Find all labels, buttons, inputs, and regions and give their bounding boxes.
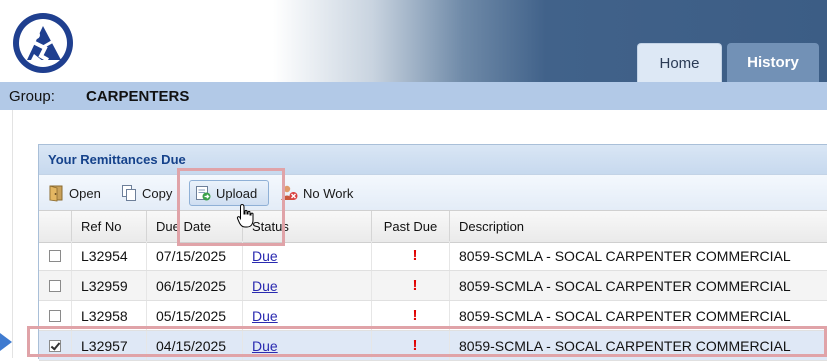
past-due-cell: ! [372, 241, 450, 270]
table-row[interactable]: L32954 07/15/2025 Due ! 8059-SCMLA - SOC… [39, 241, 827, 271]
open-button[interactable]: Open [47, 181, 101, 205]
group-bar: Group: CARPENTERS [0, 82, 827, 110]
selected-row-highlight-box [27, 326, 827, 357]
group-value: CARPENTERS [86, 87, 190, 105]
content-divider [12, 110, 13, 358]
description-cell: 8059-SCMLA - SOCAL CARPENTER COMMERCIAL [459, 277, 791, 294]
tab-home[interactable]: Home [637, 43, 722, 82]
row-select-cell [39, 271, 72, 300]
copy-icon [120, 184, 138, 202]
tab-home-label: Home [659, 54, 700, 72]
tab-history[interactable]: History [727, 43, 819, 82]
due-date-cell: 06/15/2025 [147, 271, 243, 300]
pointer-arrow-icon [0, 333, 12, 351]
description-cell: 8059-SCMLA - SOCAL CARPENTER COMMERCIAL [459, 247, 791, 264]
toolbar: Open Copy Upload No Work [39, 174, 827, 211]
header-banner: Home History [0, 0, 827, 82]
no-work-button[interactable]: No Work [279, 181, 353, 205]
ref-no-cell: L32959 [72, 271, 147, 300]
column-header-ref-no[interactable]: Ref No [72, 211, 147, 242]
status-link[interactable]: Due [252, 308, 278, 324]
group-label: Group: [9, 87, 55, 105]
tab-history-label: History [747, 54, 799, 71]
status-link[interactable]: Due [252, 248, 278, 264]
header-select-column [39, 211, 72, 242]
status-cell: Due [243, 271, 372, 300]
no-work-button-label: No Work [303, 185, 354, 201]
copy-button[interactable]: Copy [120, 181, 172, 205]
worker-logo-icon[interactable] [10, 12, 76, 74]
status-link[interactable]: Due [252, 278, 278, 294]
row-checkbox[interactable] [49, 249, 61, 262]
copy-button-label: Copy [142, 185, 173, 201]
row-checkbox[interactable] [49, 309, 61, 322]
grid-header: Ref No Due Date Status Past Due Descript… [39, 210, 827, 243]
row-checkbox[interactable] [49, 279, 61, 292]
table-row[interactable]: L32959 06/15/2025 Due ! 8059-SCMLA - SOC… [39, 271, 827, 301]
column-header-past-due[interactable]: Past Due [372, 211, 450, 242]
open-button-label: Open [69, 185, 101, 201]
open-door-icon [47, 184, 65, 202]
upload-highlight-box [177, 168, 285, 246]
ref-no-cell: L32954 [72, 241, 147, 270]
panel-title: Your Remittances Due [39, 145, 827, 174]
row-select-cell [39, 241, 72, 270]
column-header-description[interactable]: Description [450, 211, 827, 242]
past-due-cell: ! [372, 271, 450, 300]
hand-cursor-icon [236, 203, 256, 229]
